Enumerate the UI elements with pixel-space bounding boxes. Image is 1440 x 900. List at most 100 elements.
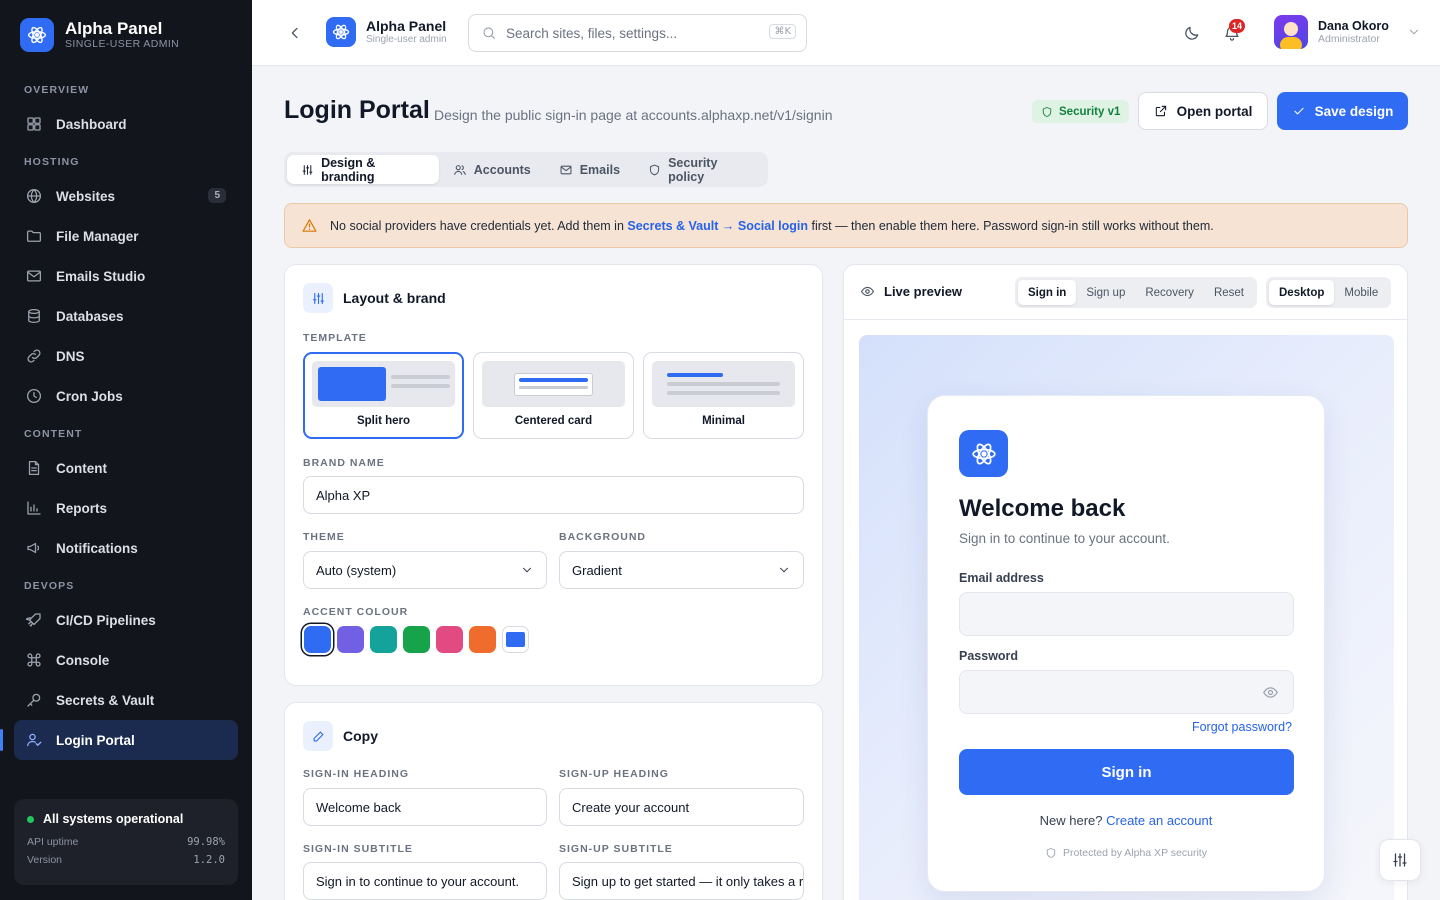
card-title: Layout & brand <box>343 290 446 306</box>
shield-icon <box>1042 106 1052 117</box>
sidebar-item-notifications[interactable]: Notifications <box>14 528 238 568</box>
sidebar-item-label: Emails Studio <box>56 268 146 284</box>
sidebar-item-cron-jobs[interactable]: Cron Jobs <box>14 376 238 416</box>
atom-logo-icon <box>20 18 54 52</box>
search-input[interactable] <box>506 25 756 41</box>
moon-icon[interactable] <box>1183 24 1201 42</box>
sidebar-item-emails-studio[interactable]: Emails Studio <box>14 256 238 296</box>
security-badge-label: Security v1 <box>1059 105 1121 118</box>
signup-subtitle-field[interactable] <box>559 862 804 900</box>
customize-fab-button[interactable] <box>1379 839 1421 881</box>
signin-subtitle-field[interactable] <box>303 862 547 900</box>
user-menu[interactable]: Dana Okoro Administrator <box>1274 15 1421 49</box>
mode-sign-in[interactable]: Sign in <box>1018 280 1077 305</box>
sidebar-item-reports[interactable]: Reports <box>14 488 238 528</box>
template-split-hero[interactable]: Split hero <box>303 352 464 439</box>
command-icon <box>27 653 41 667</box>
email-field[interactable] <box>959 592 1294 636</box>
sign-in-button[interactable]: Sign in <box>959 749 1294 795</box>
signin-subtitle-input[interactable] <box>316 873 546 889</box>
accent-swatch-blue[interactable] <box>304 626 331 653</box>
signup-subtitle-label: SIGN-UP SUBTITLE <box>559 843 673 855</box>
status-dot-icon <box>27 815 34 823</box>
megaphone-icon <box>27 542 40 554</box>
sidebar-item-content[interactable]: Content <box>14 448 238 488</box>
accent-swatch-teal[interactable] <box>370 626 397 653</box>
template-centered-card[interactable]: Centered card <box>473 352 634 439</box>
chevron-left-icon[interactable] <box>286 24 304 42</box>
secrets-vault-link[interactable]: Secrets & Vault → Social login <box>627 219 808 233</box>
accent-swatch-green[interactable] <box>403 626 430 653</box>
brand-name-input[interactable] <box>316 487 803 503</box>
password-field[interactable] <box>959 670 1294 714</box>
signup-subtitle-input[interactable] <box>572 873 803 889</box>
card-title: Copy <box>343 728 378 744</box>
mode-sign-up[interactable]: Sign up <box>1076 280 1135 305</box>
accent-swatch-pink[interactable] <box>436 626 463 653</box>
brand-name-field[interactable] <box>303 476 804 514</box>
search-icon <box>483 27 495 39</box>
save-design-label: Save design <box>1314 103 1394 119</box>
tab-emails[interactable]: Emails <box>545 155 634 184</box>
sidebar-item-dashboard[interactable]: Dashboard <box>14 104 238 144</box>
topbar: Alpha Panel Single-user admin ⌘K 14 Dana… <box>252 0 1440 66</box>
sidebar-item-console[interactable]: Console <box>14 640 238 680</box>
forgot-password-link[interactable]: Forgot password? <box>1192 720 1292 734</box>
topbar-title: Alpha Panel <box>366 18 447 34</box>
preview-label: Live preview <box>884 284 963 299</box>
signup-heading-field[interactable] <box>559 788 804 826</box>
create-account-link[interactable]: Create an account <box>1106 813 1212 828</box>
login-subtitle: Sign in to continue to your account. <box>959 531 1170 546</box>
tab-security-policy[interactable]: Security policy <box>634 155 765 184</box>
theme-select[interactable]: Auto (system) <box>303 551 547 589</box>
sidebar-item-websites[interactable]: Websites 5 <box>14 176 238 216</box>
centered-card-thumbnail <box>482 361 625 407</box>
new-here-label: New here? <box>1039 813 1103 828</box>
sliders-icon <box>302 164 313 175</box>
template-minimal[interactable]: Minimal <box>643 352 804 439</box>
user-check-icon <box>26 733 42 747</box>
signin-heading-field[interactable] <box>303 788 547 826</box>
device-toggle: Desktop Mobile <box>1266 277 1392 308</box>
sidebar-item-cicd-pipelines[interactable]: CI/CD Pipelines <box>14 600 238 640</box>
sidebar-item-label: DNS <box>56 348 85 364</box>
key-icon <box>27 693 41 707</box>
custom-colour-picker[interactable] <box>502 626 529 653</box>
signin-heading-input[interactable] <box>316 799 546 815</box>
open-portal-button[interactable]: Open portal <box>1138 92 1268 130</box>
tab-label: Accounts <box>473 162 531 177</box>
eye-icon[interactable] <box>1262 684 1279 701</box>
alert-text-suffix: first — then enable them here. Password … <box>808 218 1214 233</box>
sidebar-item-login-portal[interactable]: Login Portal <box>0 720 238 760</box>
rocket-icon <box>25 613 41 627</box>
device-desktop[interactable]: Desktop <box>1269 280 1335 305</box>
sidebar-item-label: Content <box>56 460 107 476</box>
atom-logo-icon[interactable] <box>326 17 356 47</box>
background-select[interactable]: Gradient <box>559 551 804 589</box>
accent-swatch-purple[interactable] <box>337 626 364 653</box>
nav-section-content: CONTENT <box>24 428 83 440</box>
sidebar-item-databases[interactable]: Databases <box>14 296 238 336</box>
tab-design-branding[interactable]: Design & branding <box>287 155 439 184</box>
save-design-button[interactable]: Save design <box>1277 92 1408 130</box>
mode-recovery[interactable]: Recovery <box>1135 280 1204 305</box>
user-role: Administrator <box>1318 33 1380 45</box>
signup-heading-input[interactable] <box>572 799 803 815</box>
signin-subtitle-label: SIGN-IN SUBTITLE <box>303 843 413 855</box>
sidebar-item-file-manager[interactable]: File Manager <box>14 216 238 256</box>
link-icon <box>27 349 41 363</box>
system-status-card[interactable]: All systems operational API uptime 99.98… <box>14 799 238 885</box>
sidebar-item-secrets-vault[interactable]: Secrets & Vault <box>14 680 238 720</box>
device-mobile[interactable]: Mobile <box>1334 280 1388 305</box>
tab-accounts[interactable]: Accounts <box>439 155 545 184</box>
topbar-subtitle: Single-user admin <box>366 34 447 45</box>
bar-chart-icon <box>27 501 41 515</box>
accent-swatch-orange[interactable] <box>469 626 496 653</box>
sidebar-item-label: Websites <box>56 188 116 204</box>
sidebar-item-dns[interactable]: DNS <box>14 336 238 376</box>
sidebar-item-label: Cron Jobs <box>56 388 123 404</box>
api-uptime-label: API uptime <box>27 836 79 848</box>
search-box[interactable]: ⌘K <box>468 14 807 52</box>
brand[interactable]: Alpha Panel SINGLE-USER ADMIN <box>20 18 179 52</box>
mode-reset[interactable]: Reset <box>1204 280 1254 305</box>
